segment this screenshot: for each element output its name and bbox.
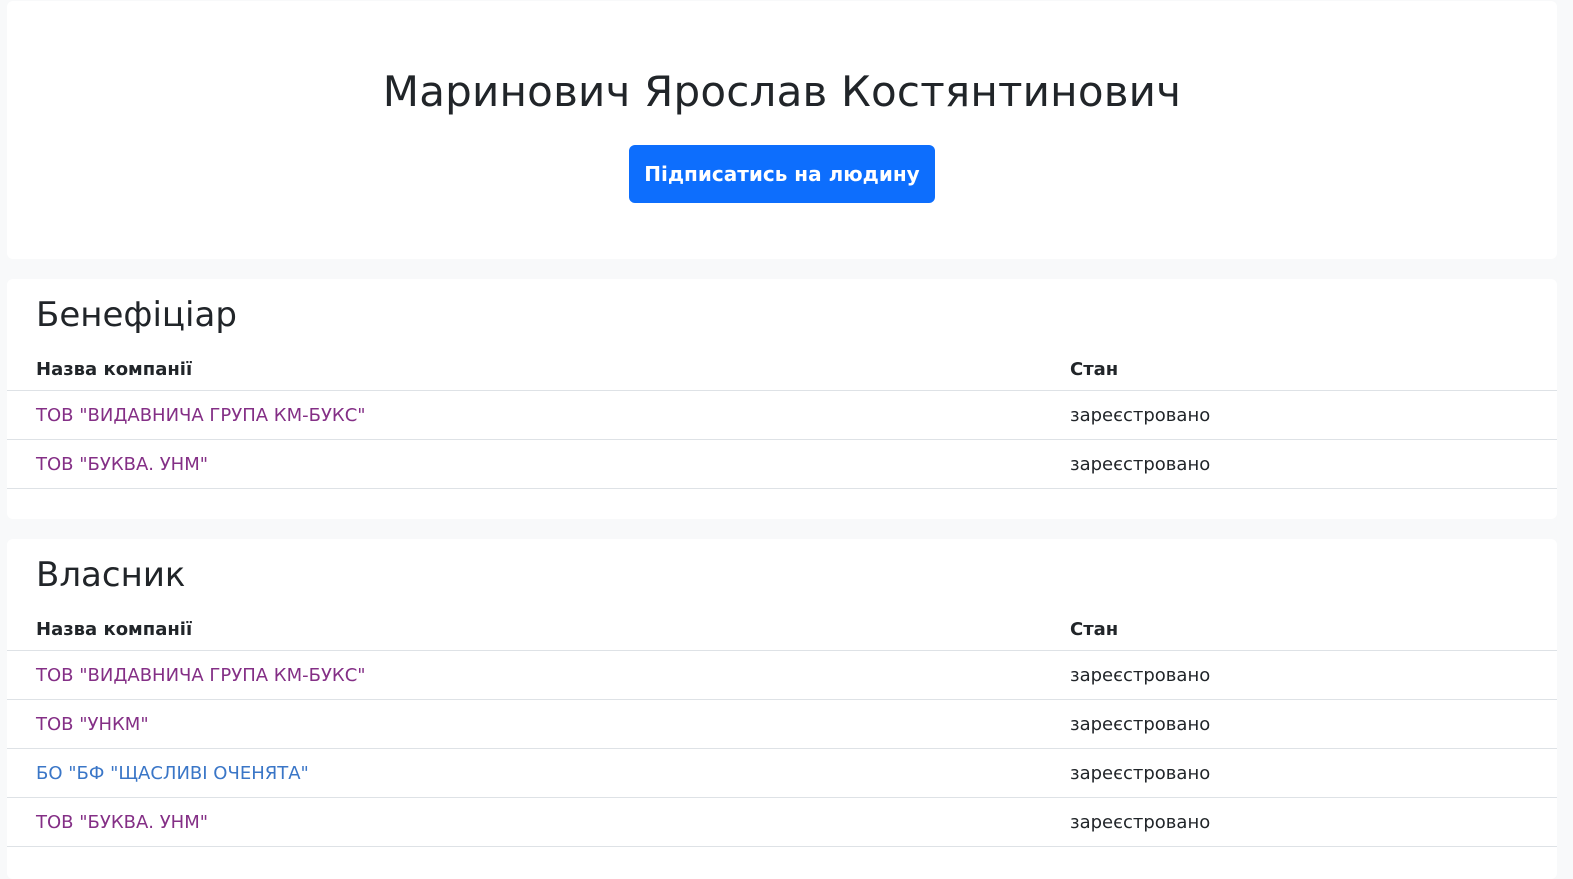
company-link[interactable]: ТОВ "УНКМ" [36, 714, 149, 735]
table-row: ТОВ "БУКВА. УНМ" зареєстровано [7, 797, 1557, 847]
company-status: зареєстровано [1070, 390, 1557, 440]
company-link[interactable]: ТОВ "ВИДАВНИЧА ГРУПА КМ-БУКС" [36, 405, 366, 426]
company-name-header: Назва компанії [7, 609, 1070, 651]
table-row: БО "БФ "ЩАСЛИВІ ОЧЕНЯТА" зареєстровано [7, 748, 1557, 798]
company-status: зареєстровано [1070, 699, 1557, 749]
company-status: зареєстровано [1070, 797, 1557, 847]
company-link[interactable]: БО "БФ "ЩАСЛИВІ ОЧЕНЯТА" [36, 763, 309, 784]
table-row: ТОВ "ВИДАВНИЧА ГРУПА КМ-БУКС" зареєстров… [7, 390, 1557, 440]
company-link[interactable]: ТОВ "БУКВА. УНМ" [36, 454, 208, 475]
status-header: Стан [1070, 609, 1557, 651]
company-name-header: Назва компанії [7, 349, 1070, 391]
person-header-card: Маринович Ярослав Костянтинович Підписат… [7, 1, 1557, 259]
table-header-row: Назва компанії Стан [7, 609, 1557, 651]
beneficiary-companies-table: Назва компанії Стан ТОВ "ВИДАВНИЧА ГРУПА… [7, 349, 1557, 489]
company-link[interactable]: ТОВ "ВИДАВНИЧА ГРУПА КМ-БУКС" [36, 665, 366, 686]
status-header: Стан [1070, 349, 1557, 391]
beneficiary-section-title: Бенефіціар [36, 295, 237, 335]
subscribe-button[interactable]: Підписатись на людину [629, 145, 935, 203]
company-status: зареєстровано [1070, 439, 1557, 489]
table-row: ТОВ "УНКМ" зареєстровано [7, 699, 1557, 749]
company-status: зареєстровано [1070, 650, 1557, 700]
person-name-title: Маринович Ярослав Костянтинович [382, 67, 1182, 116]
company-status: зареєстровано [1070, 748, 1557, 798]
owner-companies-table: Назва компанії Стан ТОВ "ВИДАВНИЧА ГРУПА… [7, 609, 1557, 847]
beneficiary-section: Бенефіціар Назва компанії Стан ТОВ "ВИДА… [7, 279, 1557, 519]
company-link[interactable]: ТОВ "БУКВА. УНМ" [36, 812, 208, 833]
table-row: ТОВ "ВИДАВНИЧА ГРУПА КМ-БУКС" зареєстров… [7, 650, 1557, 700]
owner-section-title: Власник [36, 555, 186, 595]
table-row: ТОВ "БУКВА. УНМ" зареєстровано [7, 439, 1557, 489]
owner-section: Власник Назва компанії Стан ТОВ "ВИДАВНИ… [7, 539, 1557, 879]
table-header-row: Назва компанії Стан [7, 349, 1557, 391]
